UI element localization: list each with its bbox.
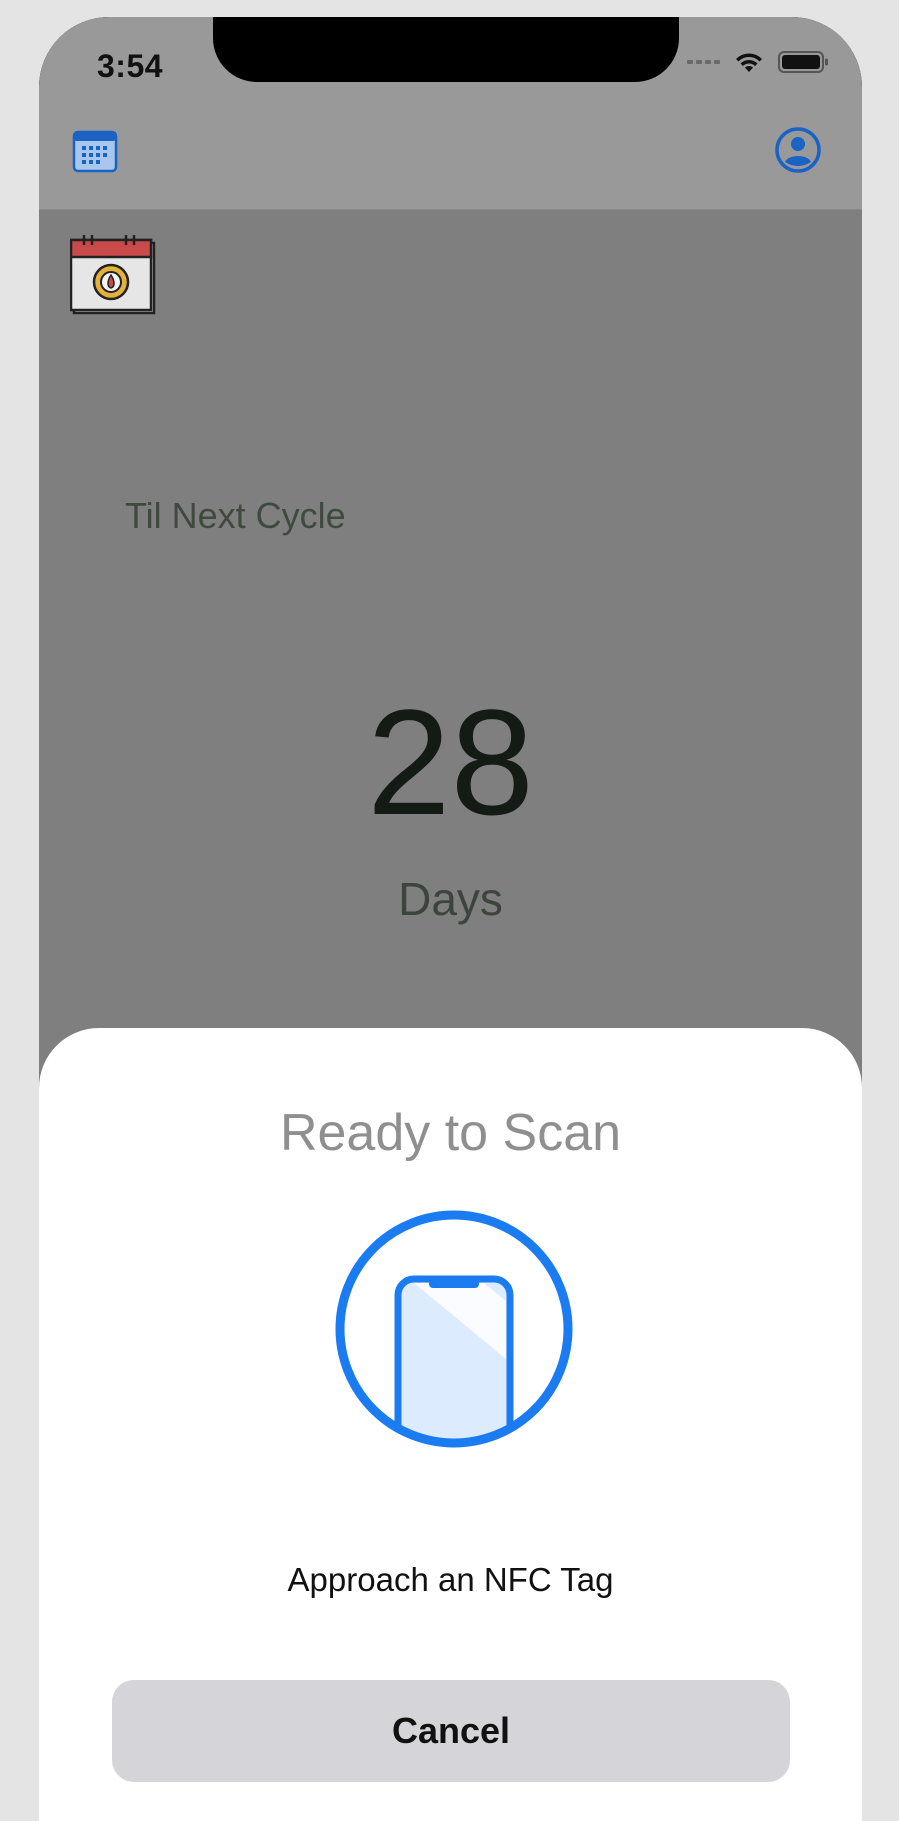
status-icons [687,50,830,74]
phone-scan-icon [335,1210,573,1448]
battery-icon [778,51,828,73]
calendar-icon[interactable] [72,128,118,174]
days-count: 28 [367,678,534,846]
nav-bar [39,117,862,210]
profile-icon[interactable] [774,126,822,174]
days-label: Days [398,873,503,925]
sheet-message: Approach an NFC Tag [287,1561,614,1598]
device-notch [213,17,679,82]
til-next-cycle-label: Til Next Cycle [125,495,346,536]
phone-frame: 3:54 Til Next Cycle 28 Days Ready to Sca… [39,17,862,1821]
cancel-button[interactable]: Cancel [112,1680,790,1782]
wifi-icon [736,53,762,72]
status-time: 3:54 [97,48,164,84]
cycle-calendar-icon [70,235,156,315]
cellular-signal-icon [687,60,720,64]
nfc-scan-sheet: Ready to Scan Approach an NFC Tag Cancel [39,1028,862,1821]
sheet-title: Ready to Scan [279,1104,622,1162]
app-screen: 3:54 Til Next Cycle 28 Days Ready to Sca… [39,17,862,1821]
